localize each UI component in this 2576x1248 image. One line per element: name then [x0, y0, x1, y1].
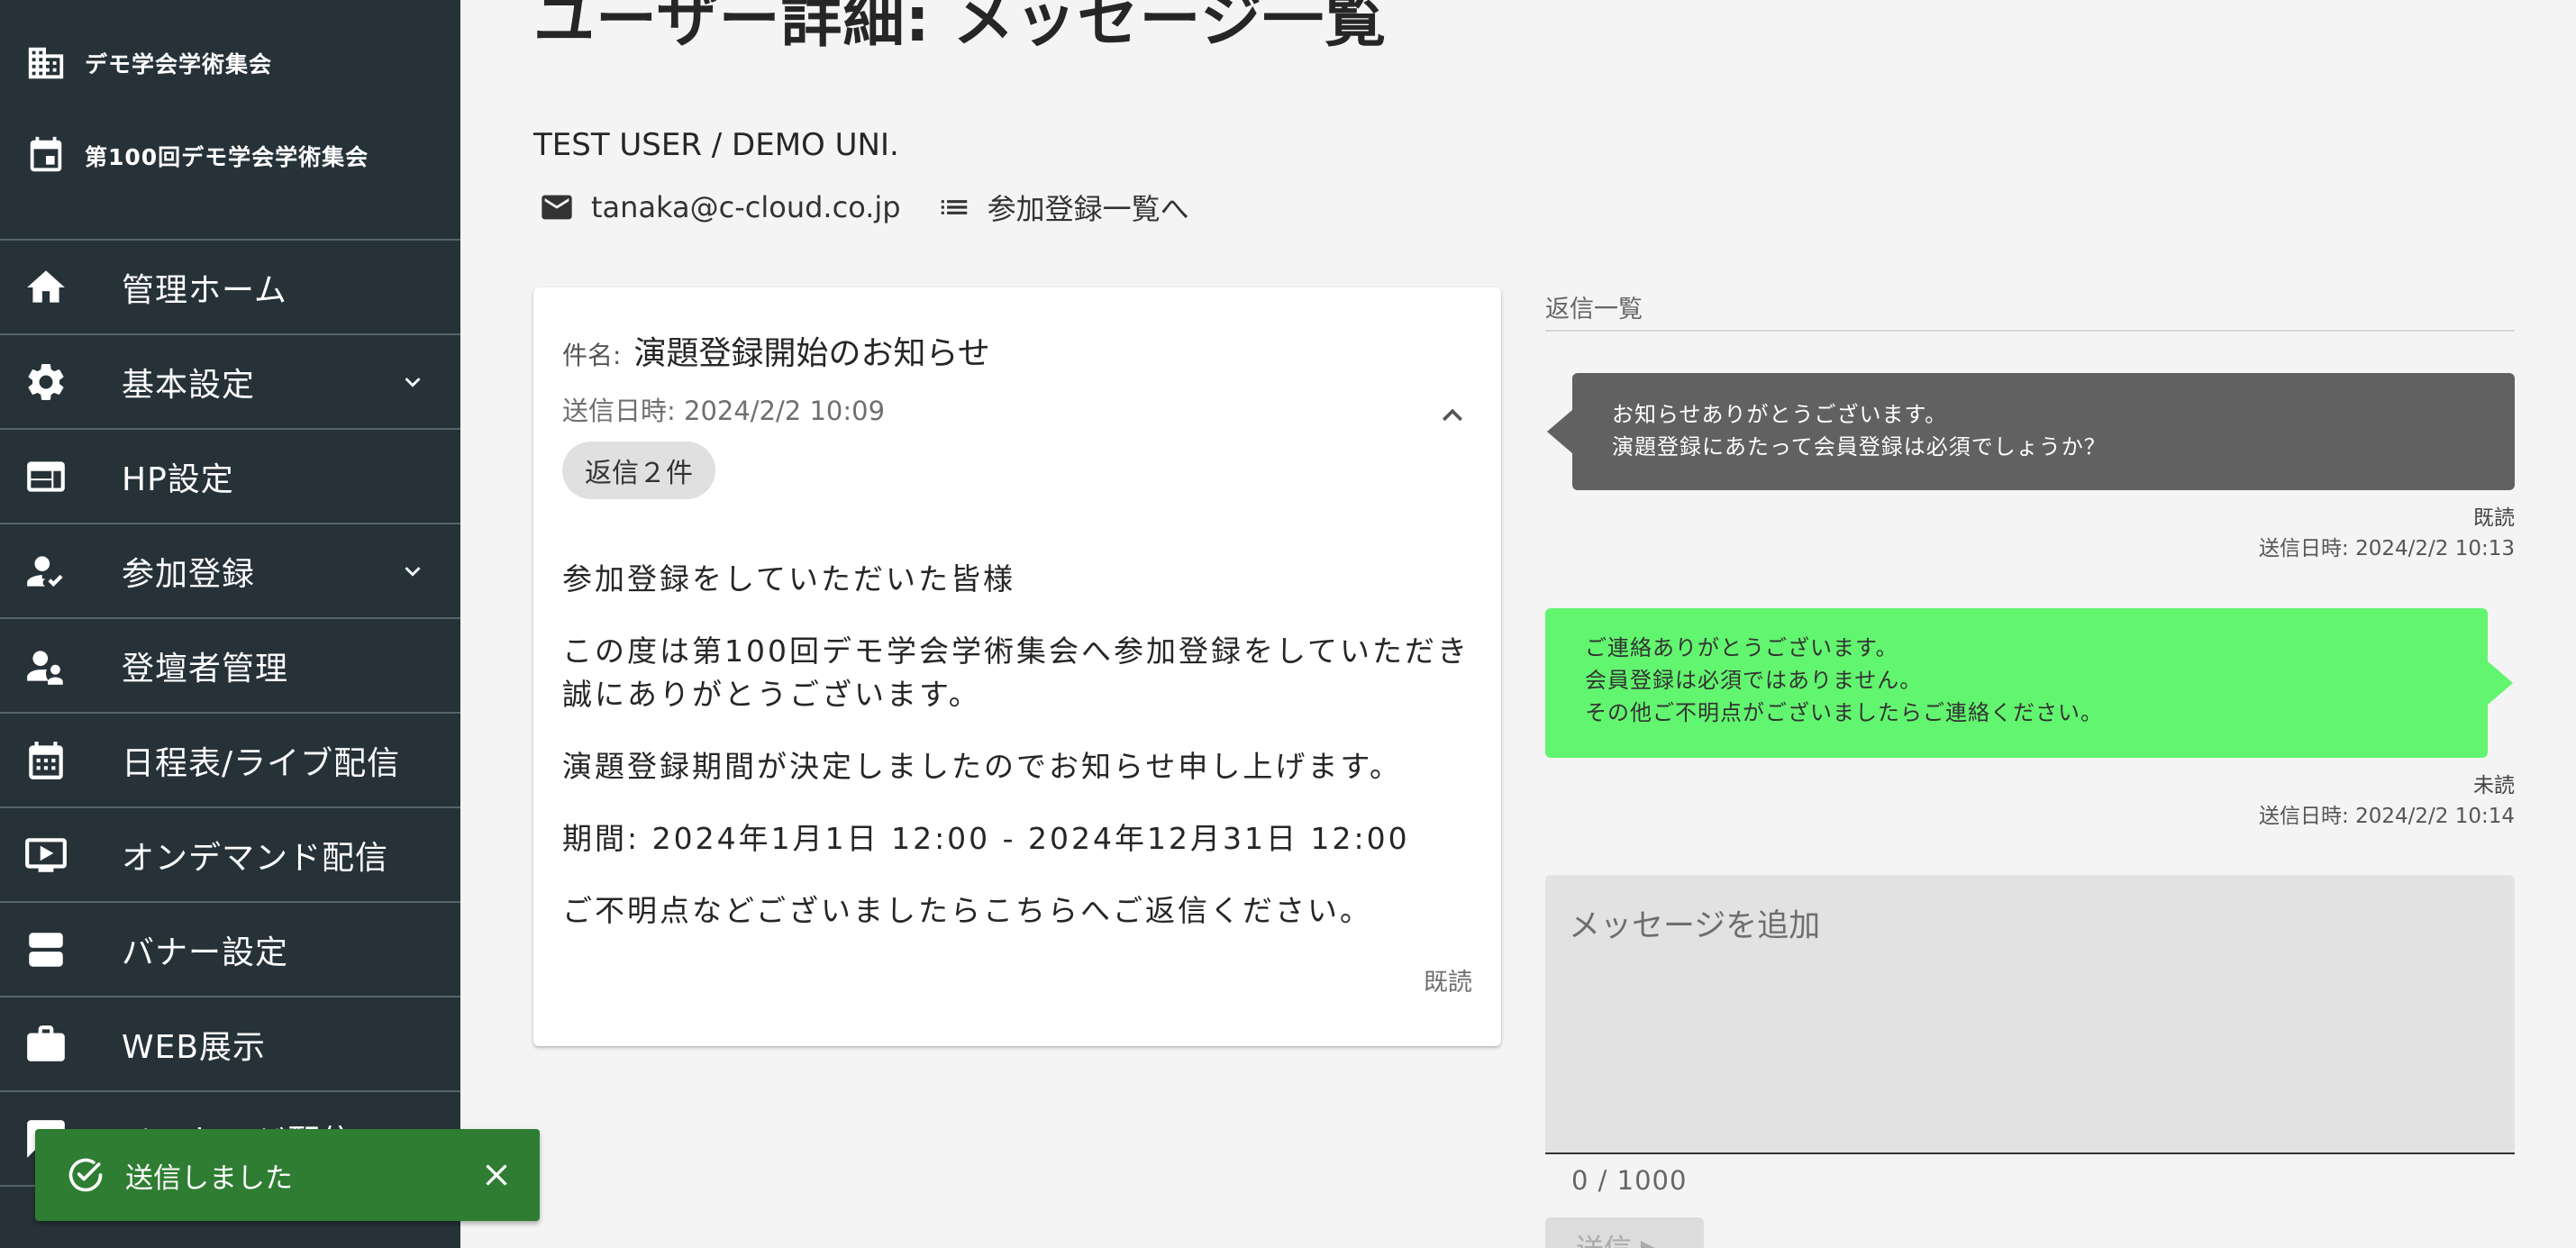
reply-list-header: 返信一覧	[1545, 289, 2515, 332]
chevron-down-icon[interactable]	[397, 367, 428, 397]
sidebar-nav: 管理ホーム 基本設定 HP設定 参加登録 登壇者管理 日程表/ライブ配信 オンデ…	[0, 239, 460, 1248]
mail-icon	[542, 195, 572, 220]
reply-line: 演題登録にあたって会員登録は必須でしょうか？	[1612, 434, 2107, 460]
chevron-down-icon[interactable]	[397, 556, 428, 587]
message-sent-at: 送信日時: 2024/2/2 10:09	[562, 396, 886, 426]
sidebar-item-label: オンデマンド配信	[122, 839, 389, 877]
sidebar-item-label: HP設定	[122, 460, 234, 498]
sidebar-item-label: WEB展示	[122, 1028, 267, 1066]
message-body-line: この度は第100回デモ学会学術集会へ参加登録をしていただき誠にありがとうございま…	[562, 633, 1470, 712]
registration-list-link[interactable]: 参加登録一覧へ	[937, 187, 1189, 228]
sidebar-item-registration[interactable]: 参加登録	[0, 523, 460, 617]
reply-line: 会員登録は必須ではありません。	[1585, 668, 1923, 693]
briefcase-icon	[27, 1025, 65, 1061]
reply-read-status: 既読	[2473, 506, 2515, 530]
sidebar-item-speakers[interactable]: 登壇者管理	[0, 617, 460, 712]
banner-icon	[29, 932, 63, 967]
gear-icon	[28, 363, 64, 400]
reply-line: お知らせありがとうございます。	[1612, 402, 1948, 427]
page-title: ユーザー詳細: メッセージ一覧	[533, 0, 1388, 56]
sidebar-item-label: 日程表/ライブ配信	[122, 744, 401, 782]
sidebar-item-label: 登壇者管理	[122, 650, 289, 688]
message-input[interactable]	[1545, 875, 2515, 1152]
close-icon[interactable]	[478, 1157, 514, 1193]
email-address: tanaka@c-cloud.co.jp	[591, 190, 901, 224]
message-card: 件名: 演題登録開始のお知らせ 送信日時: 2024/2/2 10:09 返信２…	[533, 287, 1501, 1046]
sidebar-item-basic-settings[interactable]: 基本設定	[0, 333, 460, 428]
reply-line: ご連絡ありがとうございます。	[1585, 635, 1898, 660]
speaker-group-icon	[27, 650, 63, 685]
sidebar-item-banner[interactable]: バナー設定	[0, 901, 460, 996]
building-icon	[28, 47, 64, 79]
outgoing-reply-bubble: ご連絡ありがとうございます。 会員登録は必須ではありません。 その他ご不明点がご…	[1545, 608, 2488, 758]
sidebar-item-on-demand[interactable]: オンデマンド配信	[0, 806, 460, 901]
message-subject: 件名: 演題登録開始のお知らせ	[562, 327, 990, 374]
event-row[interactable]: 第100回デモ学会学術集会	[0, 120, 460, 192]
home-icon	[27, 269, 65, 303]
reply-read-status: 未読	[2473, 774, 2515, 797]
sidebar: デモ学会学術集会 第100回デモ学会学術集会 管理ホーム 基本設定 HP設定 参…	[0, 0, 460, 1248]
sidebar-item-web-exhibition[interactable]: WEB展示	[0, 996, 460, 1090]
org-name: デモ学会学術集会	[85, 51, 273, 77]
sidebar-item-label: 参加登録	[122, 555, 256, 593]
character-counter: 0 / 1000	[1571, 1165, 1688, 1196]
message-body-line: 期間: 2024年1月1日 12:00 - 2024年12月31日 12:00	[562, 821, 1410, 856]
subject-label: 件名:	[562, 341, 622, 370]
sidebar-item-label: 基本設定	[122, 366, 256, 404]
list-icon	[941, 200, 967, 214]
chevron-up-icon[interactable]	[1433, 396, 1472, 435]
web-layout-icon	[27, 460, 65, 492]
org-row[interactable]: デモ学会学術集会	[0, 27, 460, 99]
registration-list-label: 参加登録一覧へ	[987, 192, 1189, 226]
incoming-reply-meta: 既読 送信日時: 2024/2/2 10:13	[2259, 503, 2515, 564]
user-name: TEST USER / DEMO UNI.	[533, 127, 899, 163]
sidebar-item-label: バナー設定	[122, 934, 289, 971]
success-snackbar: 送信しました	[35, 1129, 540, 1221]
incoming-reply-bubble: お知らせありがとうございます。 演題登録にあたって会員登録は必須でしょうか？	[1572, 373, 2515, 490]
outgoing-reply-meta: 未読 送信日時: 2024/2/2 10:14	[2259, 770, 2515, 832]
send-button[interactable]: 送信 ▶	[1545, 1217, 1704, 1248]
sidebar-item-label: 管理ホーム	[122, 271, 287, 309]
sidebar-item-hp-settings[interactable]: HP設定	[0, 428, 460, 523]
sidebar-item-schedule[interactable]: 日程表/ライブ配信	[0, 712, 460, 806]
message-body: 参加登録をしていただいた皆様 この度は第100回デモ学会学術集会へ参加登録をして…	[562, 558, 1472, 961]
event-name: 第100回デモ学会学術集会	[85, 144, 369, 170]
reply-sent-at: 送信日時: 2024/2/2 10:13	[2259, 537, 2515, 560]
video-icon	[25, 837, 67, 872]
event-calendar-icon	[30, 136, 62, 172]
message-read-status: 既読	[1424, 969, 1472, 997]
reply-sent-at: 送信日時: 2024/2/2 10:14	[2259, 805, 2515, 828]
snackbar-message: 送信しました	[125, 1161, 293, 1195]
message-body-line: 演題登録期間が決定しましたのでお知らせ申し上げます。	[562, 749, 1403, 784]
person-check-icon	[27, 555, 63, 587]
message-body-line: ご不明点などございましたらこちらへご返信ください。	[562, 893, 1373, 928]
reply-line: その他ご不明点がございましたらご連絡ください。	[1585, 700, 2103, 725]
subject-value: 演題登録開始のお知らせ	[633, 335, 990, 372]
email-info: tanaka@c-cloud.co.jp	[539, 189, 901, 225]
reply-count-chip[interactable]: 返信２件	[562, 442, 715, 499]
sidebar-item-home[interactable]: 管理ホーム	[0, 239, 460, 333]
message-input-field	[1545, 875, 2515, 1154]
calendar-icon	[29, 741, 63, 779]
user-meta: tanaka@c-cloud.co.jp 参加登録一覧へ	[539, 186, 1189, 229]
message-body-line: 参加登録をしていただいた皆様	[562, 561, 1016, 597]
check-circle-icon	[68, 1158, 103, 1192]
